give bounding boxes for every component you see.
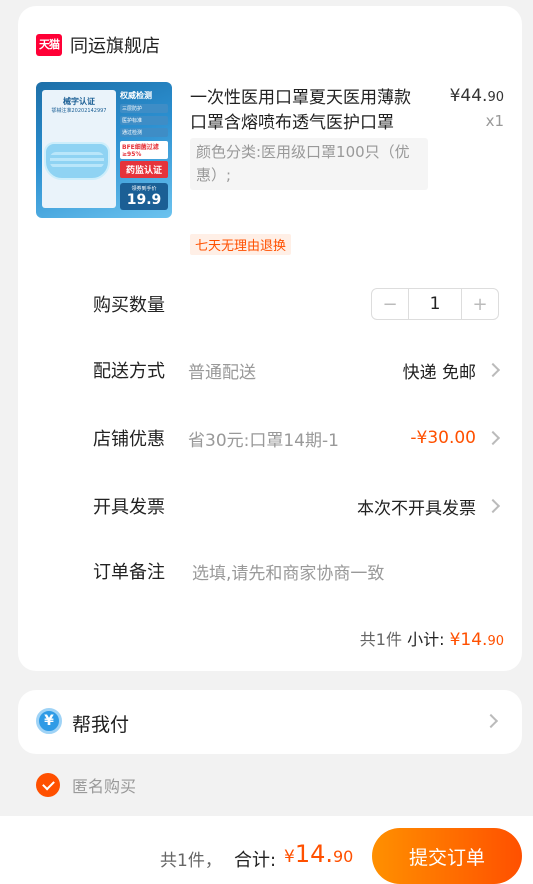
subtotal: 共1件 小计: ¥14.90 [360, 626, 504, 650]
note-row: 订单备注 选填,请先和商家协商一致 [93, 551, 502, 591]
unit-price: ¥44.90 [450, 86, 504, 106]
invoice-label: 开具发票 [93, 497, 165, 518]
image-bfe: BFE细菌过滤≥95% [120, 141, 168, 159]
total-amount-dec: 90 [333, 847, 354, 866]
quantity-label: 购买数量 [93, 295, 165, 316]
unit-price-main: ¥44. [449, 86, 488, 106]
subtotal-count: 共1件 [359, 630, 402, 649]
product-image[interactable]: 械字认证 鄂械注准20202142997 权威检测 三层防护 医护标准 通过检测… [36, 82, 172, 218]
total-amount: ¥14.90 [284, 840, 353, 868]
delivery-option: 快递 免邮 [402, 362, 476, 383]
plus-button[interactable]: + [462, 289, 498, 319]
chevron-right-icon [483, 713, 499, 729]
invoice-row[interactable]: 开具发票 本次不开具发票 [93, 486, 502, 526]
quantity-row: 购买数量 − 1 + [93, 284, 502, 324]
submit-order-button[interactable]: 提交订单 [372, 828, 522, 884]
quantity-stepper: − 1 + [371, 288, 499, 320]
image-check-1: 三层防护 [120, 104, 168, 113]
total-label: 合计: [234, 850, 277, 871]
image-cert: 药监认证 [120, 161, 168, 178]
chevron-right-icon [485, 498, 501, 514]
yuan-icon: ¥ [36, 708, 62, 734]
total-count: 共1件， [160, 851, 222, 871]
subtotal-amount-dec: 90 [487, 634, 504, 649]
discount-amount: -¥30.00 [410, 428, 476, 448]
tmall-logo-icon: 天猫 [36, 34, 62, 56]
subtotal-amount: ¥14.90 [450, 630, 504, 650]
minus-button[interactable]: − [372, 289, 408, 319]
image-check-2: 医护标准 [120, 116, 168, 125]
chevron-right-icon [485, 430, 501, 446]
subtotal-amount-int: 14. [460, 630, 488, 650]
note-input[interactable]: 选填,请先和商家协商一致 [188, 559, 502, 584]
discount-name: 省30元:口罩14期-1 [188, 430, 339, 451]
discount-row[interactable]: 店铺优惠 省30元:口罩14期-1 -¥30.00 [93, 418, 502, 458]
image-side-panel: 权威检测 三层防护 医护标准 通过检测 BFE细菌过滤≥95% 药监认证 领券到… [120, 90, 168, 210]
return-policy-badge: 七天无理由退换 [190, 234, 292, 255]
order-card: 天猫 同运旗舰店 械字认证 鄂械注准20202142997 权威检测 三层防护 … [18, 6, 522, 671]
unit-price-decimal: 90 [487, 90, 504, 105]
subtotal-label: 小计: [407, 630, 445, 649]
image-price-box: 领券到手价 19.9 [120, 183, 168, 210]
image-left-title: 械字认证 [63, 97, 95, 106]
help-pay-label: 帮我付 [72, 714, 130, 736]
delivery-method: 普通配送 [188, 362, 256, 383]
delivery-row[interactable]: 配送方式 普通配送 快递 免邮 [93, 350, 502, 390]
mask-pleats [50, 152, 104, 168]
delivery-label: 配送方式 [93, 361, 165, 382]
variant-selector[interactable]: 颜色分类:医用级口罩100只（优惠）; [190, 138, 428, 190]
image-left-sub: 鄂械注准20202142997 [51, 108, 107, 114]
chevron-right-icon [485, 362, 501, 378]
item-quantity: x1 [485, 112, 504, 130]
checkout-bar: 共1件， 合计: ¥14.90 提交订单 [0, 816, 533, 884]
image-price-label: 领券到手价 [131, 186, 157, 192]
store-name[interactable]: 同运旗舰店 [70, 32, 160, 58]
checkbox-checked-icon[interactable] [36, 773, 60, 797]
anonymous-purchase[interactable]: 匿名购买 [36, 773, 136, 797]
help-me-pay-row[interactable]: ¥ 帮我付 [18, 690, 522, 754]
product-title[interactable]: 一次性医用口罩夏天医用薄款口罩含熔喷布透气医护口罩 [190, 86, 426, 136]
quantity-input[interactable]: 1 [408, 289, 462, 319]
image-check-3: 通过检测 [120, 128, 168, 137]
invoice-value: 本次不开具发票 [357, 498, 476, 519]
subtotal-currency: ¥ [449, 630, 461, 650]
total-amount-int: 14. [294, 840, 333, 868]
anonymous-label: 匿名购买 [72, 777, 137, 796]
store-header[interactable]: 天猫 同运旗舰店 [36, 32, 160, 58]
note-label: 订单备注 [93, 562, 165, 583]
discount-label: 店铺优惠 [93, 429, 165, 450]
image-right-title: 权威检测 [120, 91, 152, 100]
total-currency: ¥ [284, 847, 295, 867]
image-price-value: 19.9 [126, 192, 162, 208]
